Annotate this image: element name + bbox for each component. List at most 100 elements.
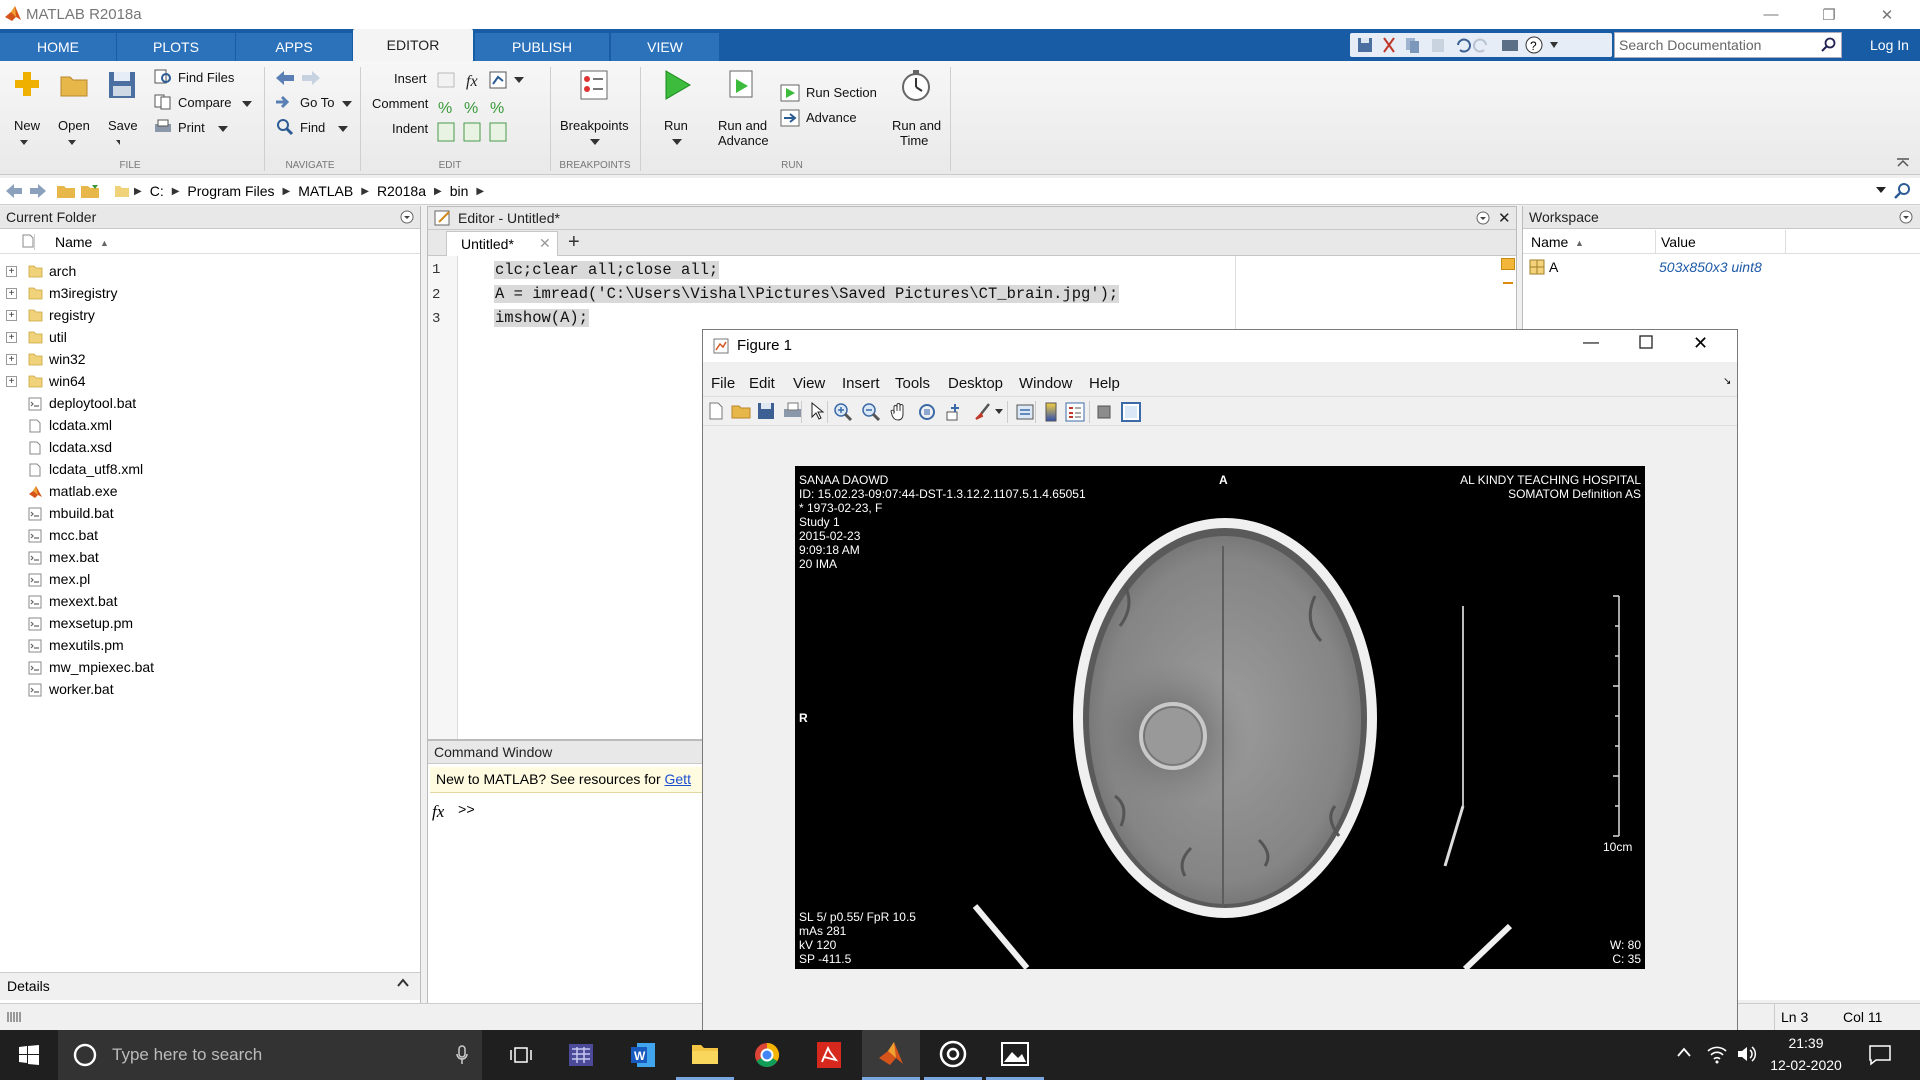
save-figure-icon[interactable] bbox=[757, 402, 775, 420]
figure-menu-window[interactable]: Window bbox=[1019, 375, 1072, 392]
new-button[interactable]: New bbox=[14, 118, 40, 133]
start-button[interactable] bbox=[0, 1030, 58, 1080]
brush-dropdown-icon[interactable] bbox=[995, 409, 1003, 415]
restore-button[interactable]: ❐ bbox=[1806, 0, 1852, 29]
function-browser-icon[interactable]: fx bbox=[432, 802, 444, 822]
run-and-time-label-1[interactable]: Run and bbox=[892, 118, 941, 133]
code-line[interactable]: A = imread('C:\Users\Vishal\Pictures\Sav… bbox=[494, 285, 1120, 303]
print-figure-icon[interactable] bbox=[783, 402, 803, 420]
wifi-icon[interactable] bbox=[1706, 1044, 1728, 1064]
expand-icon[interactable]: + bbox=[6, 309, 17, 321]
chrome-app-icon[interactable] bbox=[738, 1030, 796, 1080]
back-arrow-icon[interactable] bbox=[4, 183, 24, 199]
figure-close-button[interactable]: ✕ bbox=[1693, 333, 1708, 354]
save-button[interactable]: Save bbox=[108, 118, 138, 133]
breadcrumb-program-files[interactable]: Program Files bbox=[187, 183, 274, 199]
file-row[interactable]: mexext.bat bbox=[0, 590, 420, 612]
close-tab-icon[interactable]: ✕ bbox=[539, 235, 551, 252]
search-icon[interactable] bbox=[1821, 37, 1837, 53]
folder-row[interactable]: + win64 bbox=[0, 370, 420, 392]
breakpoints-icon[interactable] bbox=[578, 69, 610, 101]
search-folder-icon[interactable] bbox=[1894, 182, 1912, 200]
breakpoints-button[interactable]: Breakpoints bbox=[560, 118, 629, 133]
data-cursor-icon[interactable] bbox=[945, 402, 965, 422]
new-figure-icon[interactable] bbox=[707, 402, 725, 420]
figure-menu-help[interactable]: Help bbox=[1089, 375, 1120, 392]
find-button[interactable]: Find bbox=[300, 120, 325, 135]
run-and-advance-label-2[interactable]: Advance bbox=[718, 133, 769, 148]
tab-plots[interactable]: PLOTS bbox=[117, 33, 235, 61]
close-button[interactable]: ✕ bbox=[1864, 0, 1910, 29]
tab-apps[interactable]: APPS bbox=[236, 33, 352, 61]
go-to-button[interactable]: Go To bbox=[300, 95, 334, 110]
file-row[interactable]: mex.pl bbox=[0, 568, 420, 590]
getting-started-link[interactable]: Gett bbox=[665, 771, 691, 787]
tab-home[interactable]: HOME bbox=[0, 33, 116, 61]
file-row[interactable]: worker.bat bbox=[0, 678, 420, 700]
breadcrumb-r2018a[interactable]: R2018a bbox=[377, 183, 426, 199]
folder-column-header[interactable]: Name ▲ bbox=[0, 230, 420, 254]
show-hidden-icons-chevron-icon[interactable] bbox=[1676, 1046, 1692, 1058]
file-row[interactable]: mexsetup.pm bbox=[0, 612, 420, 634]
folder-row[interactable]: + win32 bbox=[0, 348, 420, 370]
figure-menu-tools[interactable]: Tools bbox=[895, 375, 930, 392]
figure-menu-desktop[interactable]: Desktop bbox=[948, 375, 1003, 392]
folder-row[interactable]: + util bbox=[0, 326, 420, 348]
back-nav-icon[interactable] bbox=[274, 69, 322, 87]
file-row[interactable]: mbuild.bat bbox=[0, 502, 420, 524]
legend-icon[interactable] bbox=[1065, 402, 1085, 422]
browse-folder-icon[interactable] bbox=[80, 183, 100, 199]
file-row[interactable]: lcdata.xsd bbox=[0, 436, 420, 458]
file-row[interactable]: mex.bat bbox=[0, 546, 420, 568]
expand-icon[interactable]: + bbox=[6, 331, 17, 343]
close-editor-icon[interactable]: ✕ bbox=[1498, 209, 1511, 227]
run-icon[interactable] bbox=[662, 69, 692, 101]
compare-button[interactable]: Compare bbox=[178, 95, 231, 110]
breadcrumb-c[interactable]: C: bbox=[150, 183, 164, 199]
figure-minimize-button[interactable]: — bbox=[1583, 334, 1599, 352]
file-row[interactable]: lcdata.xml bbox=[0, 414, 420, 436]
expand-icon[interactable]: + bbox=[6, 265, 17, 277]
minimize-button[interactable]: — bbox=[1748, 0, 1794, 29]
file-row[interactable]: mexutils.pm bbox=[0, 634, 420, 656]
brush-icon[interactable] bbox=[973, 402, 993, 422]
open-button[interactable]: Open bbox=[58, 118, 90, 133]
code-line[interactable]: imshow(A); bbox=[494, 309, 590, 327]
run-and-advance-label-1[interactable]: Run and bbox=[718, 118, 767, 133]
word-app-icon[interactable]: W bbox=[614, 1030, 672, 1080]
log-in-link[interactable]: Log In bbox=[1870, 37, 1909, 53]
figure-menu-file[interactable]: File bbox=[711, 375, 735, 392]
code-analyzer-indicator[interactable] bbox=[1501, 258, 1515, 270]
run-and-advance-icon[interactable] bbox=[726, 69, 756, 103]
volume-icon[interactable] bbox=[1736, 1044, 1758, 1064]
up-folder-icon[interactable] bbox=[56, 183, 76, 199]
breadcrumb-matlab[interactable]: MATLAB bbox=[298, 183, 353, 199]
hide-plot-tools-icon[interactable] bbox=[1097, 405, 1111, 419]
workspace-row[interactable]: A 503x850x3 uint8 bbox=[1523, 256, 1920, 278]
expand-icon[interactable]: + bbox=[6, 375, 17, 387]
tab-publish[interactable]: PUBLISH bbox=[475, 33, 609, 61]
expand-icon[interactable]: + bbox=[6, 287, 17, 299]
tab-view[interactable]: VIEW bbox=[611, 33, 719, 61]
tab-editor[interactable]: EDITOR bbox=[353, 29, 473, 61]
open-folder-icon[interactable] bbox=[60, 73, 88, 97]
folder-row[interactable]: + registry bbox=[0, 304, 420, 326]
taskbar-search-box[interactable]: Type here to search bbox=[58, 1030, 482, 1080]
search-documentation-input[interactable]: Search Documentation bbox=[1614, 32, 1842, 58]
edit-tools-icon[interactable]: fx % % % bbox=[436, 69, 540, 147]
name-column[interactable]: Name bbox=[1531, 234, 1568, 250]
media-app-icon[interactable] bbox=[924, 1030, 982, 1080]
open-file-icon[interactable] bbox=[731, 402, 751, 420]
figure-menu-edit[interactable]: Edit bbox=[749, 375, 775, 392]
chevron-up-icon[interactable] bbox=[396, 977, 410, 989]
figure-menu-view[interactable]: View bbox=[793, 375, 825, 392]
folder-row[interactable]: + arch bbox=[0, 260, 420, 282]
expand-icon[interactable]: + bbox=[6, 353, 17, 365]
file-row[interactable]: matlab.exe bbox=[0, 480, 420, 502]
run-and-time-icon[interactable] bbox=[900, 69, 932, 103]
panel-menu-icon[interactable] bbox=[1899, 210, 1913, 224]
zoom-in-icon[interactable] bbox=[833, 402, 853, 422]
file-row[interactable]: lcdata_utf8.xml bbox=[0, 458, 420, 480]
editor-tab[interactable]: Untitled* ✕ bbox=[446, 231, 558, 256]
file-row[interactable]: mw_mpiexec.bat bbox=[0, 656, 420, 678]
